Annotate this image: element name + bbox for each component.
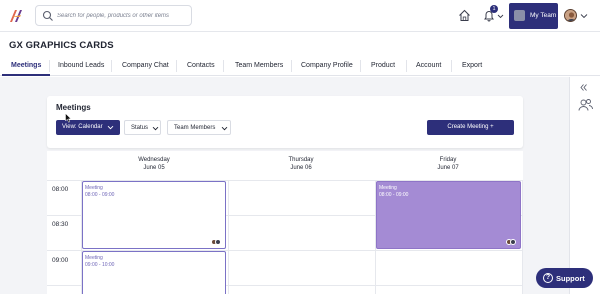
time-label: 08:30 [52,221,69,228]
day-date: June 07 [437,165,459,171]
team-thumbnail [514,10,525,21]
tab-account[interactable]: Account [416,57,441,75]
day-header-thursday: Thursday June 06 [227,156,375,172]
event-title: Meeting [85,185,103,191]
avatar-image [565,10,576,21]
event-title: Meeting [379,185,397,191]
tab-export[interactable]: Export [462,57,482,75]
create-meeting-button[interactable]: Create Meeting + [427,120,514,135]
chevron-down-icon [497,14,504,19]
view-label: View: Calendar [62,124,103,130]
chevron-down-icon[interactable] [580,12,588,20]
event-time: 09:00 - 10:00 [85,262,115,268]
meetings-toolbar-card: Meetings View: Calendar Status Team Memb… [47,96,523,148]
tab-product[interactable]: Product [371,57,395,75]
notification-badge: 1 [490,5,498,13]
time-label: 09:00 [52,257,69,264]
tab-divider [176,60,177,72]
tab-divider [49,60,50,72]
my-team-label: My Team [530,12,557,19]
meeting-event[interactable]: Meeting 09:00 - 10:00 [82,251,226,294]
event-time: 08:00 - 09:00 [379,192,409,198]
support-label: Support [556,274,585,283]
tab-contacts[interactable]: Contacts [187,57,215,75]
search-input[interactable] [57,9,189,23]
grid-line [228,180,229,294]
tab-divider [406,60,407,72]
grid-line [522,180,523,294]
people-icon[interactable] [578,98,593,112]
tab-meetings[interactable]: Meetings [1,57,51,76]
team-members-dropdown[interactable]: Team Members [167,120,231,135]
attendee-avatars [506,239,517,245]
time-label: 08:00 [52,186,69,193]
chevron-down-icon [107,125,114,130]
mouse-cursor-icon [65,113,72,123]
day-date: June 05 [143,165,165,171]
attendee-avatar [215,239,221,245]
calendar-grid: Wednesday June 05 Thursday June 06 Frida… [47,151,523,294]
double-chevron-left-icon[interactable] [579,83,588,92]
page-title: GX GRAPHICS CARDS [9,40,114,51]
event-title: Meeting [85,255,103,261]
tab-bar: Meetings Inbound Leads Company Chat Cont… [0,57,600,76]
day-date: June 06 [290,165,312,171]
tab-divider [223,60,224,72]
my-team-button[interactable]: My Team [509,3,558,29]
user-avatar[interactable] [564,9,577,22]
right-rail [569,77,600,294]
chevron-down-icon [221,126,228,131]
attendee-avatars [211,239,222,245]
tab-divider [451,60,452,72]
tab-team-members[interactable]: Team Members [235,57,283,75]
day-weekday: Wednesday [138,157,170,163]
tab-divider [111,60,112,72]
day-header-wednesday: Wednesday June 05 [80,156,228,172]
meeting-event[interactable]: Meeting 08:00 - 09:00 [376,181,521,249]
question-icon: ? [543,273,553,283]
meeting-event[interactable]: Meeting 08:00 - 09:00 [82,181,226,249]
meetings-heading: Meetings [56,103,91,112]
tab-divider [291,60,292,72]
team-members-label: Team Members [174,125,216,131]
tab-company-chat[interactable]: Company Chat [122,57,169,75]
attendee-avatar [510,239,516,245]
top-bar: 1 My Team [0,0,600,32]
search-bar[interactable] [35,5,192,26]
support-button[interactable]: ? Support [536,268,593,288]
day-weekday: Friday [439,157,457,163]
search-icon [42,10,53,21]
day-header-friday: Friday June 07 [374,156,522,172]
home-icon[interactable] [458,9,471,22]
notifications-button[interactable]: 1 [483,5,505,24]
tab-inbound-leads[interactable]: Inbound Leads [58,57,104,75]
status-label: Status [131,125,149,131]
tab-company-profile[interactable]: Company Profile [301,57,353,75]
chevron-down-icon [152,126,159,131]
status-dropdown[interactable]: Status [124,120,161,135]
day-weekday: Thursday [288,157,314,163]
event-time: 08:00 - 09:00 [85,192,115,198]
company-logo-icon[interactable] [9,9,23,23]
tab-divider [360,60,361,72]
